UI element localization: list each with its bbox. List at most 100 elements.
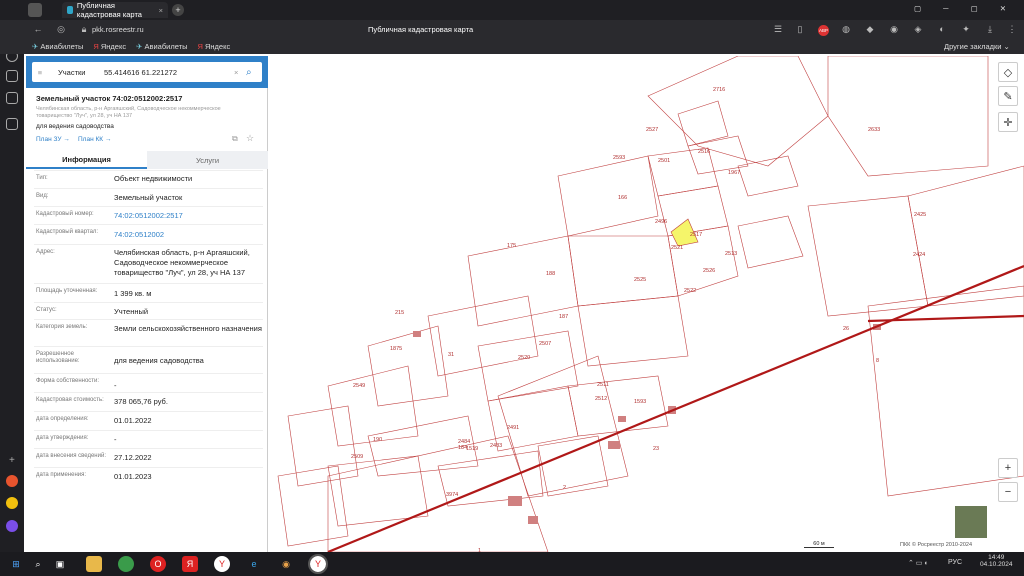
arrow-icon[interactable] <box>6 70 18 82</box>
parcel-shape <box>807 195 929 317</box>
lock-icon[interactable]: 🔒︎ <box>78 24 90 35</box>
language-indicator[interactable]: РУС <box>948 559 962 566</box>
bookmark-icon[interactable]: ▯ <box>794 24 806 35</box>
yandex-icon[interactable]: Я <box>182 556 198 572</box>
locate-icon[interactable]: ✛ <box>998 112 1018 132</box>
folder-icon[interactable] <box>86 556 102 572</box>
parcel-shape <box>657 185 729 237</box>
info-key: Кадастровый квартал: <box>36 229 99 235</box>
task-view-icon[interactable]: ▣ <box>52 556 68 572</box>
search-icon[interactable]: ⌕ <box>30 556 46 572</box>
add-panel-icon[interactable]: + <box>9 455 15 466</box>
music-icon[interactable] <box>6 497 18 509</box>
map-canvas[interactable]: 2716 2527 2633 2516 2593 2501 1967 2496 2517 2513… <box>268 56 1024 552</box>
parcel-shape <box>327 455 429 527</box>
info-value: Учтенный <box>114 307 149 316</box>
zoom-in-button[interactable]: + <box>998 458 1018 478</box>
info-value[interactable]: 74:02:0512002 <box>114 230 264 240</box>
info-key: Категория земель: <box>36 324 88 330</box>
bookmark-item[interactable]: Я Яндекс <box>93 42 126 51</box>
search-icon[interactable]: ⌕ <box>246 67 262 78</box>
window-controls[interactable]: ▢ ─ ▢ ✕ <box>914 4 1016 13</box>
search-bar: ≡ Участки 55.414616 61.221272 × ⌕ <box>26 56 268 88</box>
parcel-shape <box>567 375 669 437</box>
new-tab-button[interactable]: + <box>172 4 184 16</box>
parcel-subtitle: Челябинская область, р-н Аргаяшский, Сад… <box>36 106 221 119</box>
zoom-out-button[interactable]: − <box>998 482 1018 502</box>
info-value: 1 399 кв. м <box>114 289 152 298</box>
screenshot-icon[interactable] <box>6 118 18 130</box>
address-bar[interactable]: pkk.rosreestr.ru <box>92 25 144 34</box>
star-icon[interactable]: ☆ <box>246 133 254 144</box>
info-value: Объект недвижимости <box>114 174 193 183</box>
adblock-badge[interactable]: ABP <box>818 25 829 36</box>
tab-services[interactable]: Услуги <box>147 151 268 169</box>
bookmark-item[interactable]: ✈ Авиабилеты <box>136 42 187 51</box>
parcel-shape <box>827 56 989 177</box>
search-mode-select[interactable]: Участки <box>48 68 100 77</box>
clear-button[interactable]: × <box>234 68 246 77</box>
cadastral-map[interactable]: 2716 2527 2633 2516 2593 2501 1967 2496 2517 2513… <box>268 56 1024 552</box>
parcel-shape <box>567 235 679 307</box>
parcel-shape <box>907 165 1024 307</box>
parcel-number-label: 2521 <box>671 245 683 251</box>
reader-icon[interactable]: ◎ <box>55 24 67 35</box>
ruler-icon[interactable]: ✎ <box>998 86 1018 106</box>
info-value: 378 065,76 руб. <box>114 397 168 406</box>
tab-information[interactable]: Информация <box>26 151 147 169</box>
parcel-shape <box>737 215 804 269</box>
parcel-shape <box>477 330 579 402</box>
parcel-number-label: 188 <box>546 271 555 277</box>
row-divider <box>34 283 263 284</box>
bookmarks-bar: ✈ Авиабилеты Я Яндекс ✈ Авиабилеты Я Янд… <box>0 40 1024 54</box>
info-key: Тип: <box>36 175 48 181</box>
search-input[interactable]: 55.414616 61.221272 <box>100 68 234 77</box>
clock-date: 04.10.2024 <box>980 561 1013 568</box>
info-key: Адрес: <box>36 249 55 255</box>
badge-icon[interactable] <box>6 92 18 104</box>
parcel-number-label: 166 <box>618 195 627 201</box>
tray-icons[interactable]: ⌃ ▭ ◐ <box>908 559 929 567</box>
parcel-number-label: 2516 <box>698 149 710 155</box>
download-icon[interactable]: ⤓ <box>984 24 996 35</box>
copy-icon[interactable]: ⧉ <box>232 134 238 144</box>
yandex-browser-icon[interactable]: Y <box>214 556 230 572</box>
info-value[interactable]: 74:02:0512002:2517 <box>114 211 264 221</box>
yandex-browser-active-icon[interactable]: Y <box>308 554 328 574</box>
info-value: Земельный участок <box>114 193 183 202</box>
bookmark-item[interactable]: ✈ Авиабилеты <box>32 42 83 51</box>
extension-icon[interactable]: ◆ <box>864 24 876 35</box>
plan-kk-link[interactable]: План КК → <box>78 136 111 143</box>
settings-icon[interactable]: ⋮ <box>1006 24 1018 35</box>
tab-close-button[interactable]: × <box>159 6 163 15</box>
taskbar: ⊞ ⌕ ▣ O Я Y e ◉ Y ⌃ ▭ ◐ РУС 14:49 04.10.… <box>0 552 1024 576</box>
menu-icon[interactable]: ≡ <box>32 68 48 77</box>
extension3-icon[interactable]: ◈ <box>912 24 924 35</box>
other-bookmarks[interactable]: Другие закладки ⌄ <box>944 42 1010 51</box>
layers-icon[interactable]: ◇ <box>998 62 1018 82</box>
info-key: дата утверждения: <box>36 435 89 441</box>
menu-icon[interactable]: ☰ <box>772 24 784 35</box>
parcel-numbers: 2716 2527 2633 2516 2593 2501 1967 2496 2517 2513… <box>351 87 926 552</box>
vpn-icon[interactable]: ◍ <box>840 24 852 35</box>
bookmark-item[interactable]: Я Яндекс <box>197 42 230 51</box>
extension2-icon[interactable]: ◉ <box>888 24 900 35</box>
satellite-thumbnail[interactable] <box>954 505 988 539</box>
opera-icon[interactable]: O <box>150 556 166 572</box>
chrome-icon[interactable] <box>118 556 134 572</box>
tab-active[interactable]: Публичная кадастровая карта × <box>62 1 168 19</box>
alice-icon[interactable] <box>6 520 18 532</box>
back-icon[interactable]: ← <box>32 24 44 34</box>
tab-overview-icon[interactable] <box>28 3 42 17</box>
row-divider <box>34 411 263 412</box>
extensions-icon[interactable]: ✦ <box>960 24 972 35</box>
ie-icon[interactable]: e <box>246 556 262 572</box>
mail-icon[interactable] <box>6 475 18 487</box>
eye-icon[interactable]: ◉ <box>278 556 294 572</box>
start-icon[interactable]: ⊞ <box>8 556 24 572</box>
row-divider <box>34 188 263 189</box>
extension4-icon[interactable]: ◐ <box>936 24 948 34</box>
plan-zu-link[interactable]: План ЗУ → <box>36 136 70 143</box>
clock[interactable]: 14:49 04.10.2024 <box>980 554 1013 568</box>
map-scale: 60 м <box>804 541 834 548</box>
